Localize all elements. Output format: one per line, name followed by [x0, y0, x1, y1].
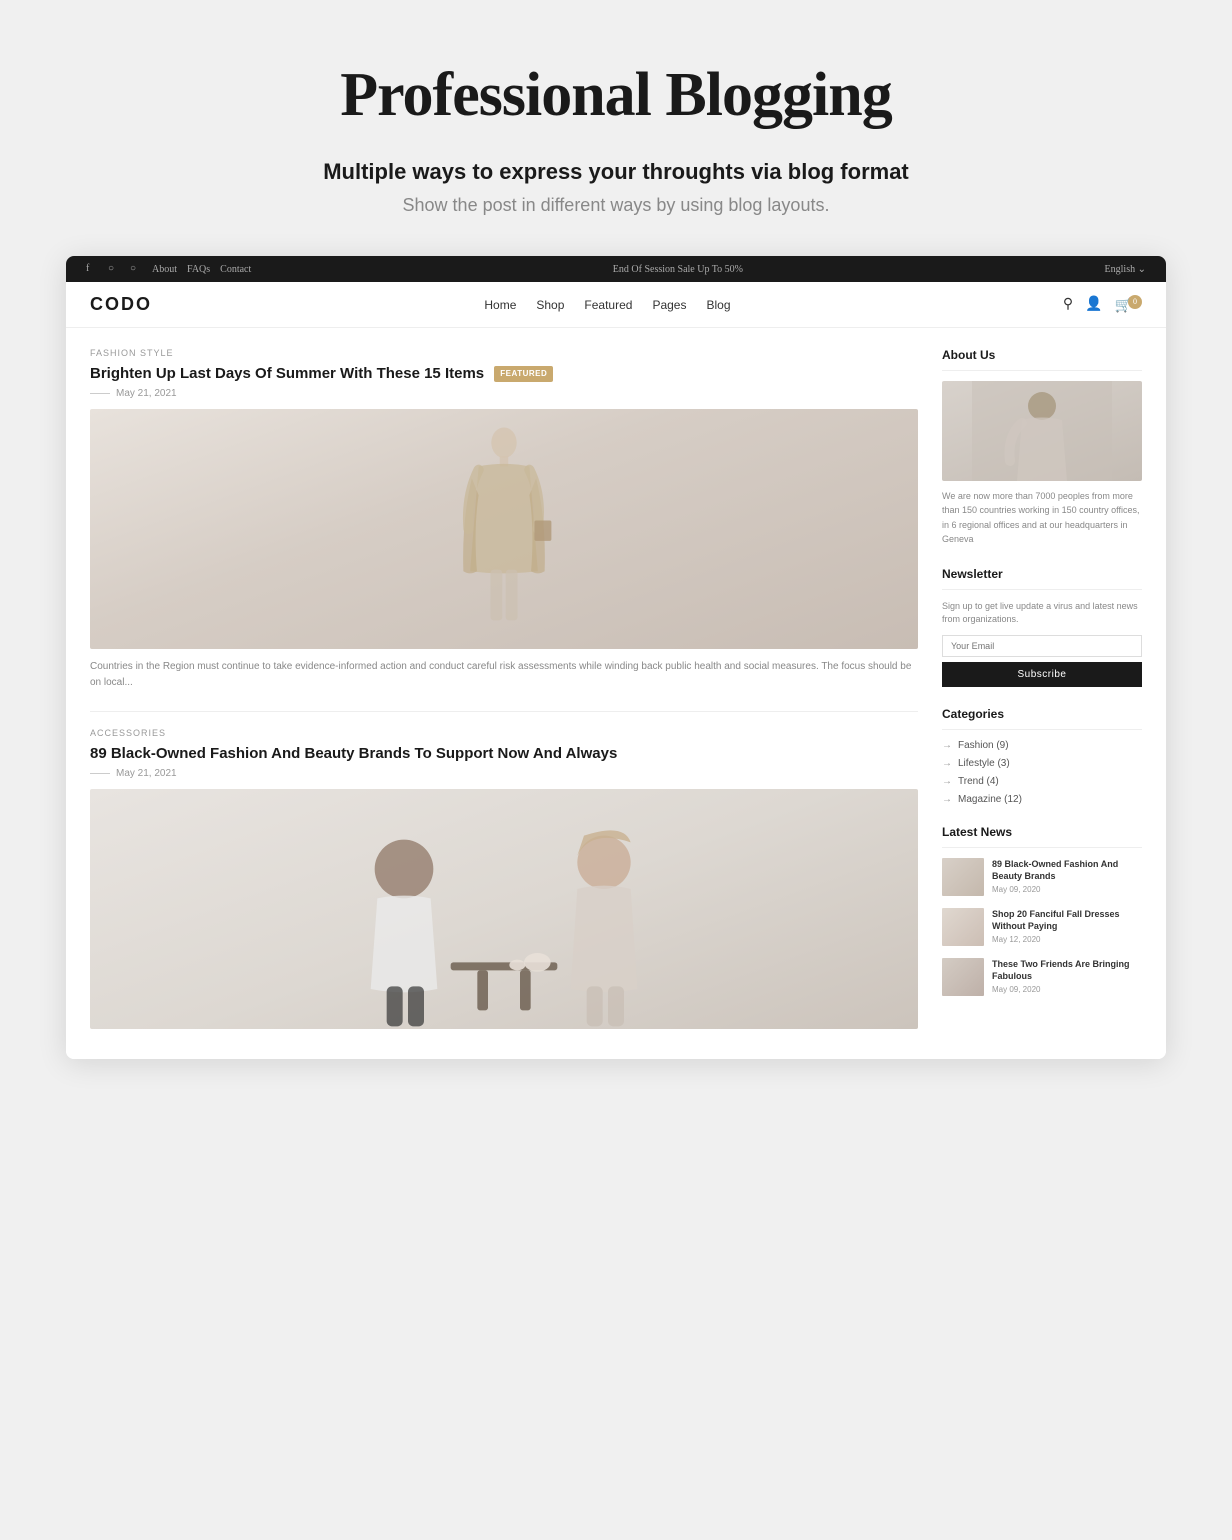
- category-label-4: Magazine (12): [958, 794, 1022, 805]
- kids-svg: [90, 789, 918, 1029]
- about-title: About Us: [942, 348, 1142, 362]
- post-1-image[interactable]: [90, 409, 918, 649]
- nav-links: Home Shop Featured Pages Blog: [484, 298, 730, 312]
- newsletter-text: Sign up to get live update a virus and l…: [942, 600, 1142, 627]
- sidebar-categories: Categories → Fashion (9) → Lifestyle (3)…: [942, 707, 1142, 805]
- latest-news-item-2[interactable]: Shop 20 Fanciful Fall Dresses Without Pa…: [942, 908, 1142, 946]
- post-1-title: Brighten Up Last Days Of Summer With The…: [90, 363, 918, 384]
- date-line: [90, 393, 110, 394]
- nav-shop[interactable]: Shop: [536, 298, 564, 312]
- category-lifestyle[interactable]: → Lifestyle (3): [942, 758, 1142, 769]
- contact-link[interactable]: Contact: [220, 264, 251, 275]
- facebook-icon: f: [86, 263, 98, 275]
- about-link[interactable]: About: [152, 264, 177, 275]
- latest-news-item-1[interactable]: 89 Black-Owned Fashion And Beauty Brands…: [942, 858, 1142, 896]
- pinterest-icon: ○: [130, 263, 142, 275]
- latest-news-divider: [942, 847, 1142, 848]
- latest-news-title: Latest News: [942, 825, 1142, 839]
- email-field[interactable]: [942, 635, 1142, 657]
- hero-section: Professional Blogging Multiple ways to e…: [20, 60, 1212, 216]
- sidebar-newsletter: Newsletter Sign up to get live update a …: [942, 567, 1142, 687]
- arrow-icon-4: →: [942, 794, 952, 805]
- latest-news-info-1: 89 Black-Owned Fashion And Beauty Brands…: [992, 858, 1142, 894]
- nav-bar: CODO Home Shop Featured Pages Blog ⚲ 👤 🛒…: [66, 282, 1166, 328]
- featured-badge: FEATURED: [494, 366, 553, 381]
- hero-description: Show the post in different ways by using…: [20, 195, 1212, 216]
- post-2-title: 89 Black-Owned Fashion And Beauty Brands…: [90, 743, 918, 764]
- top-bar-left: f ○ ○ About FAQs Contact: [86, 263, 251, 275]
- language-selector[interactable]: English ⌄: [1105, 264, 1146, 275]
- search-icon[interactable]: ⚲: [1063, 296, 1073, 313]
- category-label-2: Lifestyle (3): [958, 758, 1010, 769]
- sidebar: About Us We a: [942, 348, 1142, 1039]
- date-line-2: [90, 773, 110, 774]
- arrow-icon-2: →: [942, 758, 952, 769]
- latest-news-date-1: May 09, 2020: [992, 885, 1142, 894]
- main-content: FASHION STYLE Brighten Up Last Days Of S…: [66, 328, 1166, 1059]
- category-fashion[interactable]: → Fashion (9): [942, 740, 1142, 751]
- post-1-date-row: May 21, 2021: [90, 388, 918, 399]
- blog-column: FASHION STYLE Brighten Up Last Days Of S…: [90, 348, 918, 1039]
- post-2-image[interactable]: [90, 789, 918, 1029]
- category-label: Fashion (9): [958, 740, 1009, 751]
- category-trend[interactable]: → Trend (4): [942, 776, 1142, 787]
- account-icon[interactable]: 👤: [1085, 296, 1102, 313]
- latest-thumb-3: [942, 958, 984, 996]
- latest-news-title-2: Shop 20 Fanciful Fall Dresses Without Pa…: [992, 908, 1142, 933]
- sidebar-latest-news: Latest News 89 Black-Owned Fashion And B…: [942, 825, 1142, 996]
- about-divider: [942, 370, 1142, 371]
- instagram-icon: ○: [108, 263, 120, 275]
- logo[interactable]: CODO: [90, 294, 152, 315]
- arrow-icon-3: →: [942, 776, 952, 787]
- post-divider: [90, 711, 918, 712]
- latest-news-info-2: Shop 20 Fanciful Fall Dresses Without Pa…: [992, 908, 1142, 944]
- latest-news-title-1: 89 Black-Owned Fashion And Beauty Brands: [992, 858, 1142, 883]
- sidebar-about: About Us We a: [942, 348, 1142, 547]
- arrow-icon: →: [942, 740, 952, 751]
- categories-divider: [942, 729, 1142, 730]
- sale-banner: End Of Session Sale Up To 50%: [613, 264, 743, 275]
- latest-news-item-3[interactable]: These Two Friends Are Bringing Fabulous …: [942, 958, 1142, 996]
- about-image: [942, 381, 1142, 481]
- nav-blog[interactable]: Blog: [706, 298, 730, 312]
- cart-count: 0: [1128, 295, 1142, 309]
- latest-thumb-2: [942, 908, 984, 946]
- categories-title: Categories: [942, 707, 1142, 721]
- browser-mockup: f ○ ○ About FAQs Contact End Of Session …: [66, 256, 1166, 1059]
- post-2-date-row: May 21, 2021: [90, 768, 918, 779]
- newsletter-title: Newsletter: [942, 567, 1142, 581]
- nav-icons: ⚲ 👤 🛒0: [1063, 295, 1142, 315]
- category-magazine[interactable]: → Magazine (12): [942, 794, 1142, 805]
- latest-news-info-3: These Two Friends Are Bringing Fabulous …: [992, 958, 1142, 994]
- blog-post-1: FASHION STYLE Brighten Up Last Days Of S…: [90, 348, 918, 691]
- about-person-svg: [972, 381, 1112, 481]
- top-bar: f ○ ○ About FAQs Contact End Of Session …: [66, 256, 1166, 282]
- page-wrapper: Professional Blogging Multiple ways to e…: [0, 0, 1232, 1099]
- about-text: We are now more than 7000 peoples from m…: [942, 489, 1142, 547]
- faqs-link[interactable]: FAQs: [187, 264, 210, 275]
- post-1-category: FASHION STYLE: [90, 348, 918, 358]
- post-1-date: May 21, 2021: [116, 388, 177, 399]
- blog-post-2: ACCESSORIES 89 Black-Owned Fashion And B…: [90, 728, 918, 1029]
- hero-subtitle: Multiple ways to express your throughts …: [20, 159, 1212, 185]
- nav-pages[interactable]: Pages: [652, 298, 686, 312]
- subscribe-button[interactable]: Subscribe: [942, 662, 1142, 687]
- post-2-category: ACCESSORIES: [90, 728, 918, 738]
- post-2-date: May 21, 2021: [116, 768, 177, 779]
- latest-news-title-3: These Two Friends Are Bringing Fabulous: [992, 958, 1142, 983]
- latest-news-date-3: May 09, 2020: [992, 985, 1142, 994]
- latest-news-date-2: May 12, 2020: [992, 935, 1142, 944]
- latest-thumb-1: [942, 858, 984, 896]
- cart-icon[interactable]: 🛒0: [1115, 295, 1142, 315]
- post-1-excerpt: Countries in the Region must continue to…: [90, 659, 918, 691]
- nav-featured[interactable]: Featured: [584, 298, 632, 312]
- nav-home[interactable]: Home: [484, 298, 516, 312]
- fashion-figure-svg: [444, 419, 564, 639]
- category-label-3: Trend (4): [958, 776, 999, 787]
- page-title: Professional Blogging: [20, 60, 1212, 131]
- newsletter-divider: [942, 589, 1142, 590]
